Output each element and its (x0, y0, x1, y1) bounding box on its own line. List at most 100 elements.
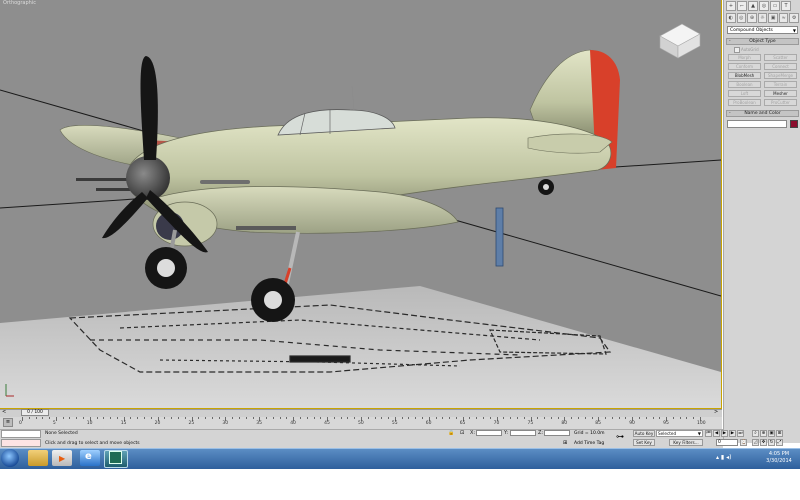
object-color-swatch[interactable] (790, 120, 798, 128)
ruler-minor-tick (483, 417, 485, 419)
auto-key-mode-select[interactable]: Selected ▼ (656, 430, 703, 437)
ruler-tick-label: 80 (561, 421, 568, 426)
perspective-viewport[interactable]: Orthographic (0, 0, 722, 409)
object-type-button-mesher[interactable]: Mesher (764, 90, 797, 97)
shapes-icon[interactable]: ◎ (736, 13, 747, 23)
orbit-icon[interactable]: ↻ (768, 439, 775, 446)
geometry-icon[interactable]: ◐ (726, 13, 736, 23)
spacewarps-icon[interactable]: ≈ (778, 13, 789, 23)
ruler-minor-tick (245, 417, 247, 419)
object-type-button-proboolean[interactable]: ProBoolean (728, 99, 761, 106)
file-explorer-icon[interactable] (28, 450, 48, 466)
cameras-icon[interactable]: ☼ (757, 13, 768, 23)
ruler-minor-tick (672, 417, 674, 419)
hierarchy-tab-icon[interactable]: ▲ (748, 1, 758, 11)
helpers-icon[interactable]: ▣ (768, 13, 778, 23)
ruler-minor-tick (659, 417, 661, 419)
ruler-minor-tick (28, 417, 30, 419)
key-icon: ⊶ (616, 432, 624, 441)
start-button-icon[interactable] (1, 449, 19, 467)
ruler-minor-tick (544, 417, 546, 419)
ruler-minor-tick (218, 417, 220, 419)
add-time-tag-button[interactable]: Add Time Tag (574, 441, 604, 446)
play-glyph-icon: ▶ (59, 454, 66, 463)
ruler-minor-tick (35, 417, 37, 419)
go-to-end-icon[interactable]: ⏭ (737, 430, 744, 437)
ruler-minor-tick (130, 417, 132, 419)
collapse-icon: - (729, 111, 731, 116)
ruler-minor-tick (435, 417, 437, 419)
auto-key-button[interactable]: Auto Key (633, 430, 655, 437)
viewcube-icon[interactable] (659, 23, 701, 59)
curve-editor-icon[interactable]: ≡ (3, 418, 13, 427)
field-of-view-icon[interactable]: ◿ (752, 439, 759, 446)
go-to-start-icon[interactable]: ⏮ (705, 430, 712, 437)
object-type-button-conform[interactable]: Conform (728, 63, 761, 70)
prev-frame-icon[interactable]: < (2, 409, 6, 415)
z-coordinate-input[interactable] (544, 430, 570, 436)
object-type-button-procutter[interactable]: ProCutter (764, 99, 797, 106)
time-slider-thumb[interactable]: 0 / 100 (21, 409, 49, 416)
object-type-button-connect[interactable]: Connect (764, 63, 797, 70)
zoom-all-icon[interactable]: ⊕ (760, 430, 767, 437)
absolute-mode-icon[interactable]: ⊡ (460, 430, 468, 437)
ruler-minor-tick (272, 417, 274, 419)
object-name-input[interactable] (727, 120, 787, 128)
next-frame-icon[interactable]: > (714, 409, 718, 415)
object-type-button-scatter[interactable]: Scatter (764, 54, 797, 61)
pole-object[interactable] (495, 207, 504, 267)
autogrid-checkbox[interactable]: AutoGrid (734, 47, 759, 53)
viewport-label[interactable]: Orthographic (3, 0, 36, 6)
time-tag-icon[interactable]: ⊞ (563, 440, 567, 446)
maxscript-output[interactable] (1, 439, 41, 447)
ruler-minor-tick (510, 417, 512, 419)
modify-tab-icon[interactable]: ⌐ (737, 1, 747, 11)
category-dropdown[interactable]: Compound Objects ▼ (727, 26, 798, 34)
set-key-button[interactable]: Set Key (633, 439, 655, 446)
key-filters-button[interactable]: Key Filters... (669, 439, 703, 446)
object-type-rollout[interactable]: - Object Type (726, 38, 799, 45)
play-icon[interactable]: ▶ (721, 430, 728, 437)
object-type-button-shapemerge[interactable]: ShapeMerge (764, 72, 797, 79)
next-frame-button-icon[interactable]: ▶ (729, 430, 736, 437)
lights-icon[interactable]: ⊕ (747, 13, 757, 23)
object-type-button-blobmesh[interactable]: BlobMesh (728, 72, 761, 79)
zoom-extents-icon[interactable]: ▣ (768, 430, 775, 437)
maximize-viewport-icon[interactable]: ⤢ (776, 439, 783, 446)
z-label: Z: (538, 430, 544, 436)
ruler-minor-tick (408, 417, 410, 419)
object-type-button-loft[interactable]: Loft (728, 90, 761, 97)
lock-selection-icon[interactable]: 🔒 (448, 430, 456, 437)
time-config-icon[interactable]: ⌚ (740, 439, 747, 446)
pan-icon[interactable]: ✥ (760, 439, 767, 446)
taskbar-clock[interactable]: 4:05 PM 3/30/2014 (760, 451, 798, 465)
time-slider-track[interactable] (0, 409, 722, 417)
motion-tab-icon[interactable]: ◎ (759, 1, 769, 11)
x-coordinate-input[interactable] (476, 430, 502, 436)
ruler-minor-tick (686, 417, 688, 419)
object-type-button-boolean[interactable]: Boolean (728, 81, 761, 88)
display-tab-icon[interactable]: ▭ (770, 1, 780, 11)
chevron-down-icon: ▼ (792, 28, 796, 33)
ruler-minor-tick (516, 417, 518, 419)
utilities-tab-icon[interactable]: T (781, 1, 791, 11)
previous-frame-icon[interactable]: ◀ (713, 430, 720, 437)
clock-date: 3/30/2014 (766, 458, 792, 464)
systems-icon[interactable]: ⚙ (789, 13, 800, 23)
zoom-icon[interactable]: ⌕ (752, 430, 759, 437)
object-type-button-terrain[interactable]: Terrain (764, 81, 797, 88)
ruler-minor-tick (238, 417, 240, 419)
system-tray-icons[interactable]: ▴ ▮ ◂) (716, 454, 731, 461)
maxscript-listener-input[interactable] (1, 430, 41, 438)
current-frame-input[interactable]: 0 (716, 439, 738, 446)
aircraft-model[interactable] (59, 49, 620, 322)
y-coordinate-input[interactable] (510, 430, 536, 436)
create-tab-icon[interactable]: + (726, 1, 736, 11)
ruler-minor-tick (96, 417, 98, 419)
ruler-minor-tick (455, 417, 457, 419)
ruler-minor-tick (279, 417, 281, 419)
object-type-button-morph[interactable]: Morph (728, 54, 761, 61)
zoom-extents-all-icon[interactable]: ⊞ (776, 430, 783, 437)
ruler-minor-tick (286, 417, 288, 419)
name-color-rollout[interactable]: - Name and Color (726, 110, 799, 117)
